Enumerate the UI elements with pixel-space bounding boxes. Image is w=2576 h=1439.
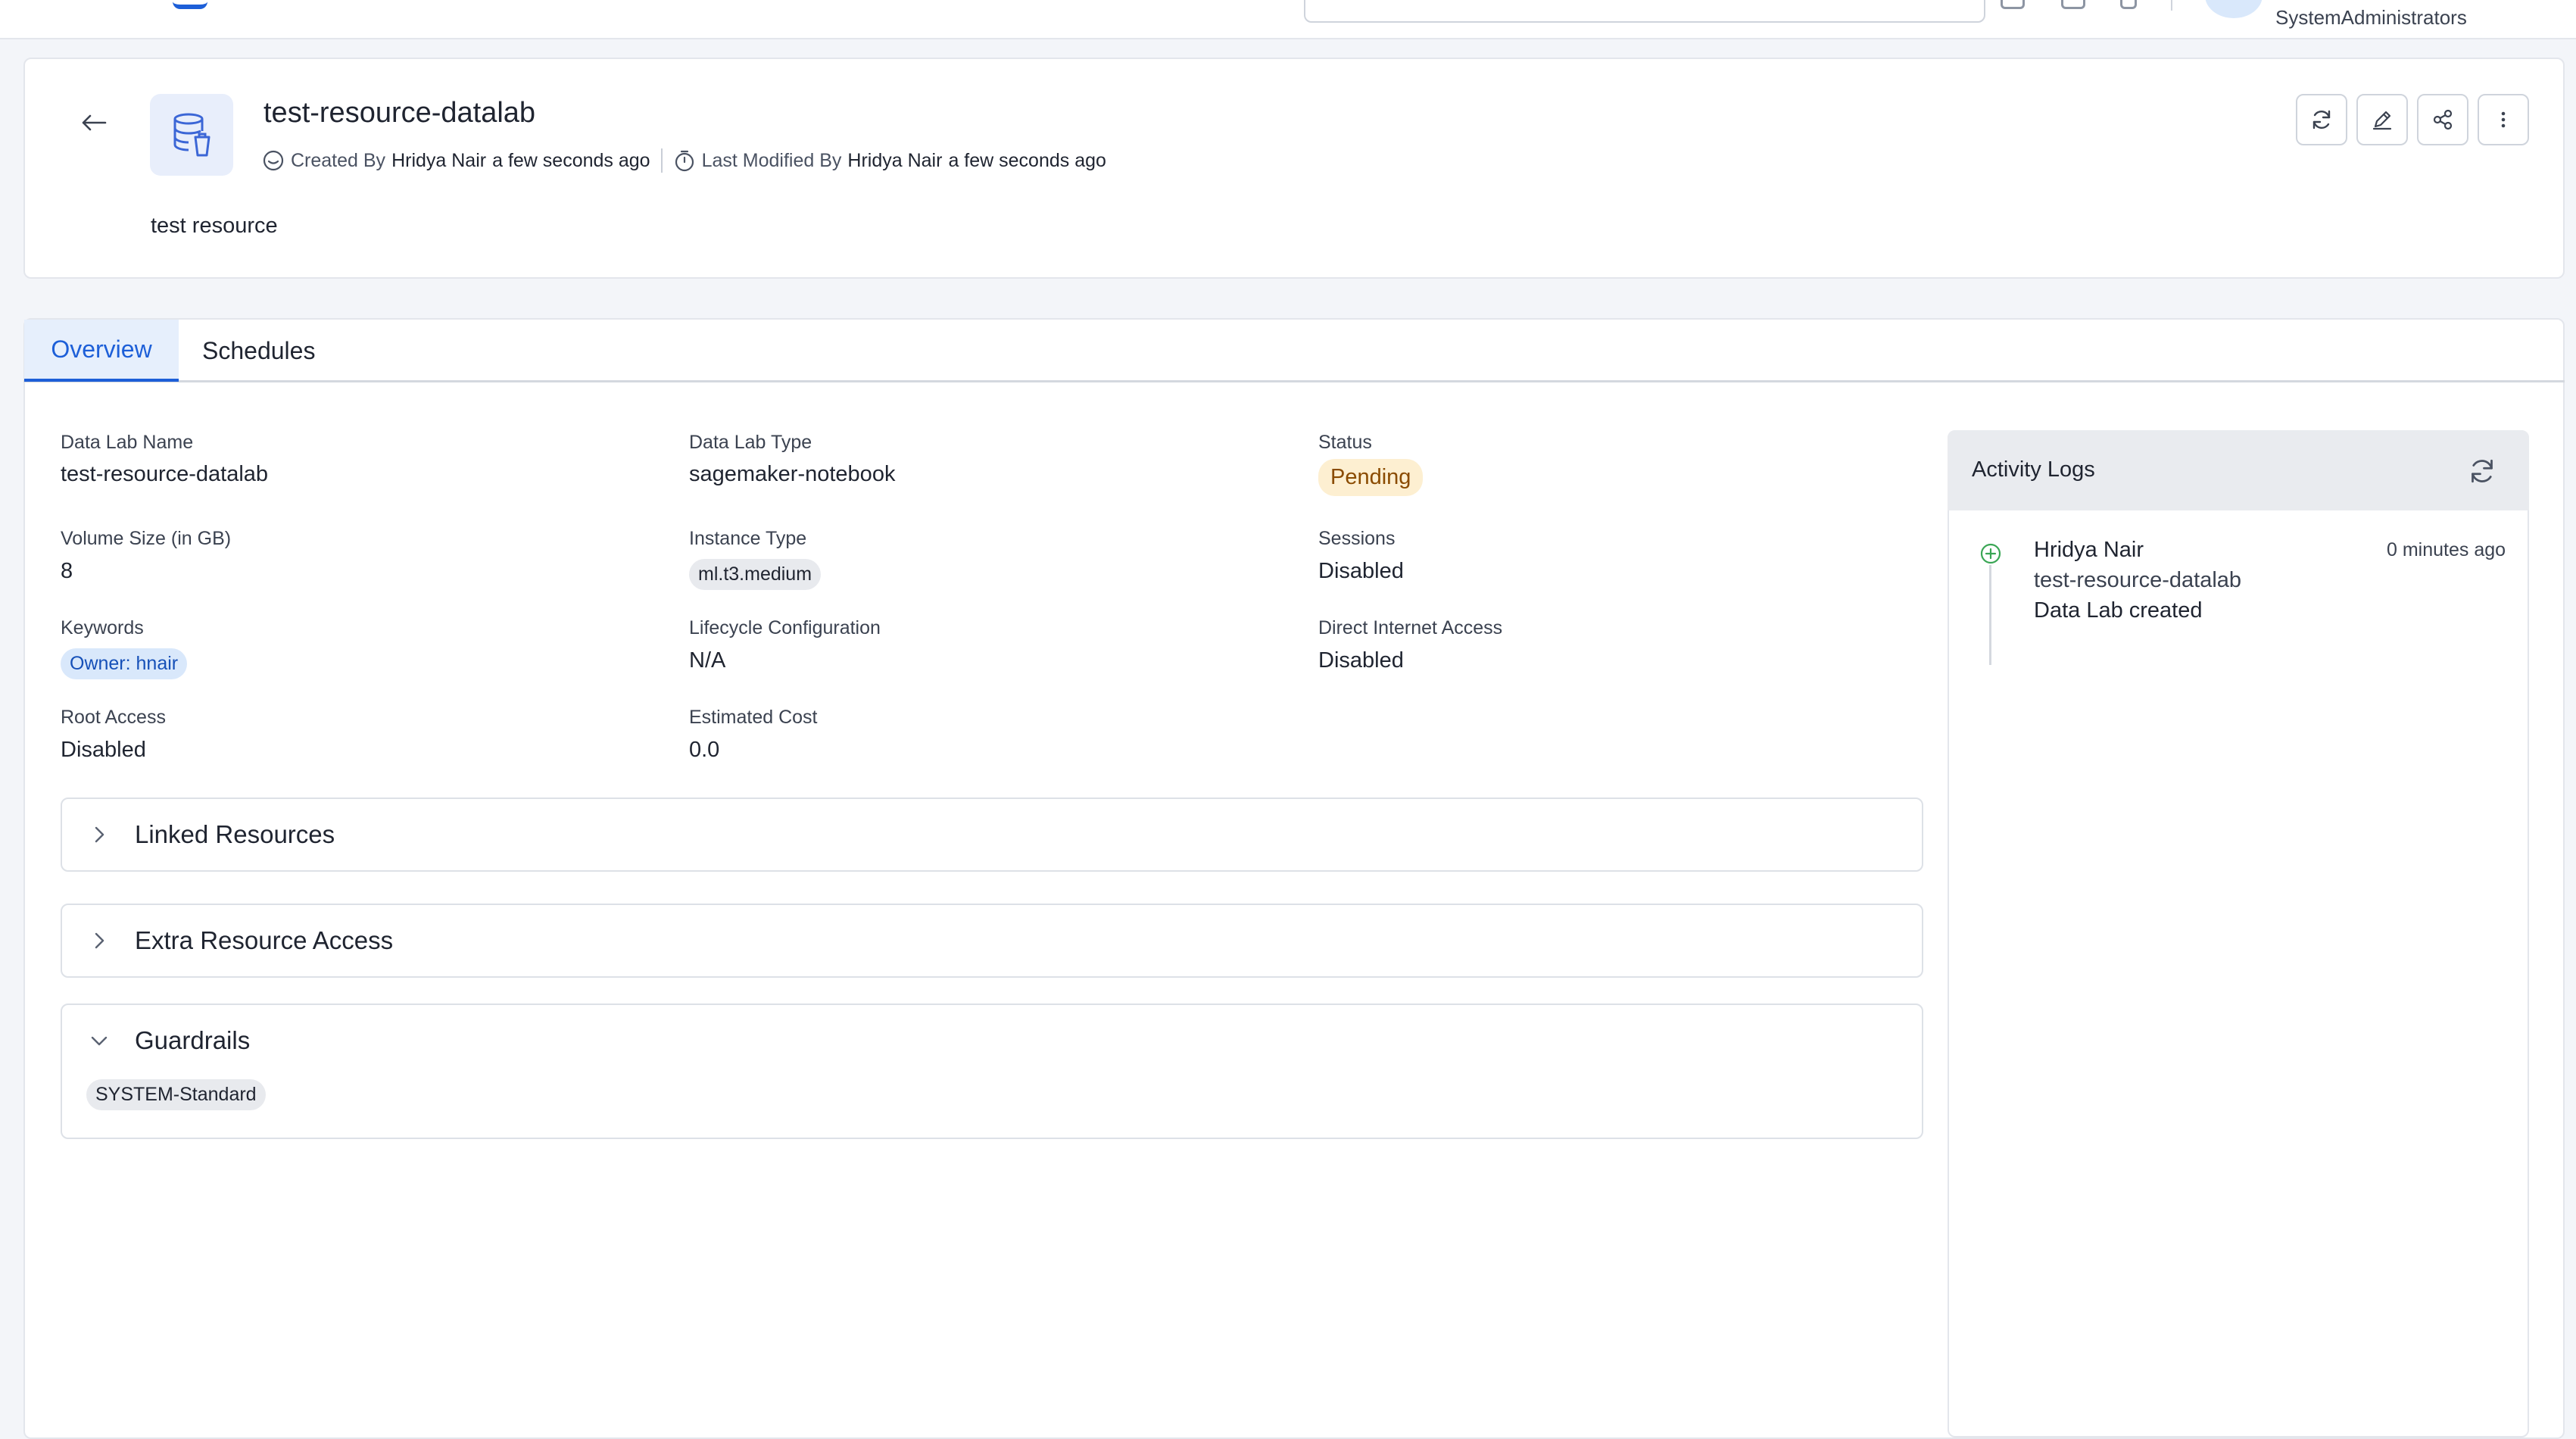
log-entry-resource: test-resource-datalab — [2034, 568, 2242, 592]
app-logo[interactable] — [173, 0, 207, 9]
user-avatar[interactable] — [2205, 0, 2263, 18]
notifications-icon[interactable] — [2061, 0, 2085, 9]
more-vertical-icon — [2501, 111, 2506, 128]
edit-button[interactable] — [2356, 94, 2408, 145]
keywords-label: Keywords — [61, 617, 144, 638]
sessions-value: Disabled — [1318, 559, 1404, 583]
clock-icon — [262, 149, 285, 172]
linked-resources-title: Linked Resources — [135, 820, 335, 848]
global-search-input[interactable] — [1304, 0, 1985, 23]
sessions-label: Sessions — [1318, 528, 1396, 549]
volume-size-label: Volume Size (in GB) — [61, 528, 232, 549]
instance-type-chip: ml.t3.medium — [689, 559, 822, 590]
root-access-value: Disabled — [61, 738, 146, 762]
status-badge: Pending — [1318, 459, 1424, 496]
back-button[interactable] — [73, 101, 115, 144]
status-label: Status — [1318, 432, 1372, 453]
tab-overview[interactable]: Overview — [24, 320, 179, 382]
log-entry-message: Data Lab created — [2034, 598, 2203, 623]
volume-size-value: 8 — [61, 559, 73, 583]
share-icon — [2433, 109, 2453, 130]
keyword-chip: Owner: hnair — [61, 648, 188, 679]
estimated-cost-label: Estimated Cost — [689, 707, 818, 728]
top-app-bar: SystemAdministrators — [0, 0, 2576, 39]
refresh-icon — [2472, 459, 2493, 483]
share-button[interactable] — [2417, 94, 2468, 145]
chevron-right-icon — [95, 932, 104, 949]
lifecycle-configuration-label: Lifecycle Configuration — [689, 617, 881, 638]
created-by-user: Hridya Nair — [391, 149, 487, 171]
tab-schedules[interactable]: Schedules — [202, 320, 315, 382]
timeline-line — [1989, 565, 1991, 665]
refresh-icon — [2312, 110, 2331, 130]
created-by-label: Created By — [291, 149, 386, 171]
data-lab-name-label: Data Lab Name — [61, 432, 194, 453]
data-lab-type-value: sagemaker-notebook — [689, 462, 896, 486]
user-group-label: SystemAdministrators — [2275, 6, 2467, 29]
data-lab-type-label: Data Lab Type — [689, 432, 812, 453]
resource-description: test resource — [151, 214, 278, 238]
activity-refresh-button[interactable] — [2465, 454, 2499, 488]
resource-meta: Created By Hridya Nair a few seconds ago… — [262, 148, 1112, 173]
direct-internet-access-label: Direct Internet Access — [1318, 617, 1503, 638]
created-time: a few seconds ago — [492, 149, 650, 171]
log-entry-time: 0 minutes ago — [2387, 539, 2506, 560]
plus-circle-icon — [1980, 543, 2001, 564]
direct-internet-access-value: Disabled — [1318, 648, 1404, 673]
modified-by-user: Hridya Nair — [847, 149, 943, 171]
help-icon[interactable] — [2120, 0, 2137, 9]
extra-resource-access-title: Extra Resource Access — [135, 926, 394, 954]
estimated-cost-value: 0.0 — [689, 738, 720, 762]
topbar-divider — [2171, 0, 2172, 11]
linked-resources-toggle[interactable]: Linked Resources — [62, 799, 1922, 872]
meta-divider — [660, 148, 663, 173]
guardrails-section: Guardrails SYSTEM-Standard — [61, 1004, 1923, 1139]
log-entry-user: Hridya Nair — [2034, 538, 2144, 562]
extra-resource-access-toggle[interactable]: Extra Resource Access — [62, 905, 1922, 978]
chevron-down-icon — [91, 1036, 108, 1046]
timer-icon — [673, 149, 696, 172]
guardrails-title: Guardrails — [135, 1026, 251, 1054]
instance-type-label: Instance Type — [689, 528, 807, 549]
extra-resource-access-section: Extra Resource Access — [61, 904, 1923, 978]
apps-grid-icon[interactable] — [2001, 0, 2025, 9]
guardrails-toggle[interactable]: Guardrails — [62, 1005, 1922, 1078]
refresh-button[interactable] — [2296, 94, 2347, 145]
guardrail-chip: SYSTEM-Standard — [86, 1079, 266, 1110]
linked-resources-section: Linked Resources — [61, 798, 1923, 872]
chevron-right-icon — [95, 826, 104, 843]
modified-time: a few seconds ago — [948, 149, 1106, 171]
root-access-label: Root Access — [61, 707, 166, 728]
modified-by-label: Last Modified By — [701, 149, 842, 171]
arrow-left-icon — [82, 114, 107, 131]
datalab-icon — [150, 94, 233, 176]
tabs-underline — [23, 380, 2565, 382]
more-actions-button[interactable] — [2478, 94, 2529, 145]
page-title: test-resource-datalab — [264, 97, 536, 129]
edit-icon — [2372, 111, 2392, 130]
data-lab-name-value: test-resource-datalab — [61, 462, 269, 486]
lifecycle-configuration-value: N/A — [689, 648, 726, 673]
activity-logs-title: Activity Logs — [1972, 457, 2095, 482]
